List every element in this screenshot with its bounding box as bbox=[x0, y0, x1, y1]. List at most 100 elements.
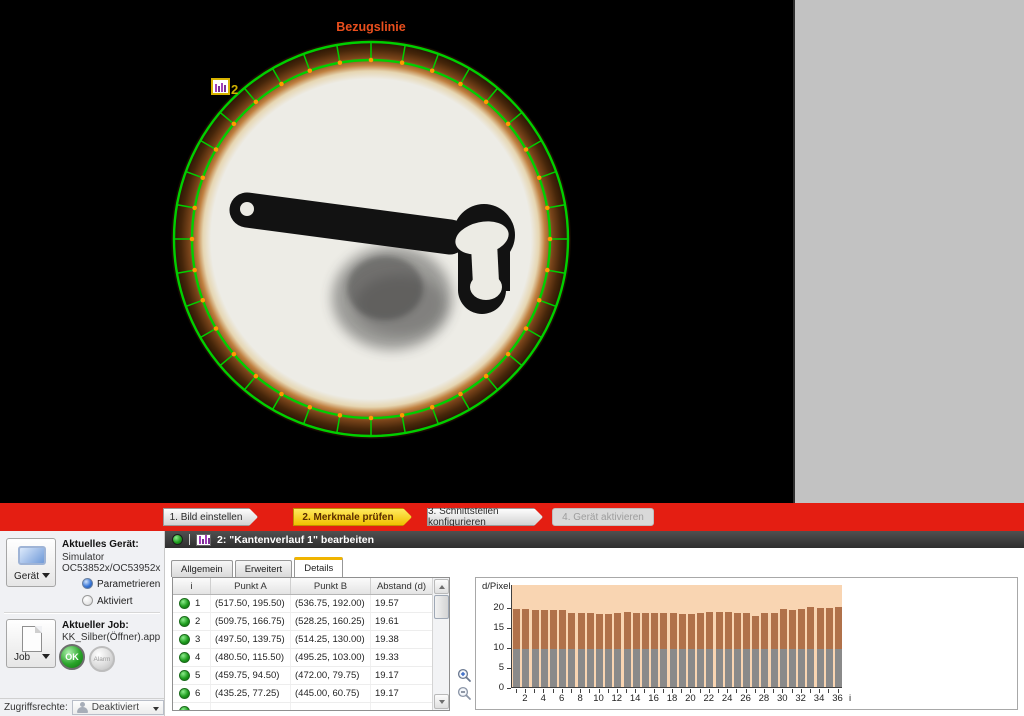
scroll-down-button[interactable] bbox=[434, 694, 449, 709]
chart-bar bbox=[550, 610, 557, 687]
chart-bar-base-segment bbox=[798, 649, 805, 687]
table-row[interactable]: 6(435.25, 77.25)(445.00, 60.75)19.17 bbox=[173, 685, 449, 703]
chart-bar-base-segment bbox=[761, 649, 768, 687]
chart-bar-base-segment bbox=[550, 649, 557, 687]
device-model: OC53852x/OC53952x bbox=[62, 563, 160, 574]
radio-aktiviert[interactable] bbox=[82, 595, 93, 606]
chart-bar bbox=[798, 609, 805, 687]
x-axis-tick-label: 14 bbox=[630, 693, 641, 704]
row-status-led-icon bbox=[179, 670, 190, 681]
scroll-up-button[interactable] bbox=[434, 579, 449, 594]
row-index: 3 bbox=[195, 634, 200, 645]
chart-bar-base-segment bbox=[568, 649, 575, 687]
chart-bar bbox=[725, 612, 732, 687]
sidebar: Gerät Aktuelles Gerät: Simulator OC53852… bbox=[0, 531, 165, 716]
reference-line-label: Bezugslinie bbox=[336, 20, 406, 34]
chart-bar bbox=[541, 610, 548, 687]
column-header-3[interactable]: Punkt B bbox=[291, 578, 371, 594]
cell-punkt-b: (528.25, 160.25) bbox=[291, 613, 371, 630]
tool-marker[interactable]: 2 bbox=[212, 79, 238, 97]
table-row[interactable]: 3(497.50, 139.75)(514.25, 130.00)19.38 bbox=[173, 631, 449, 649]
edge-point-dot bbox=[506, 122, 511, 127]
job-button[interactable]: Job bbox=[6, 619, 56, 668]
chart-bar bbox=[522, 609, 529, 687]
cell-abstand bbox=[371, 703, 432, 711]
chart-plot-area bbox=[511, 585, 842, 688]
table-row[interactable] bbox=[173, 703, 449, 711]
cell-punkt-a bbox=[211, 703, 291, 711]
chart-bar-base-segment bbox=[835, 649, 842, 687]
alarm-button[interactable]: Alarm bbox=[89, 646, 115, 672]
x-axis-tick-label: 2 bbox=[522, 693, 527, 704]
chart-bar-base-segment bbox=[513, 649, 520, 687]
ok-button[interactable]: OK bbox=[59, 644, 85, 670]
edge-point-dot bbox=[338, 60, 343, 65]
workflow-step-3[interactable]: 3. Schnittstellen konfigurieren bbox=[427, 508, 543, 526]
x-axis-tick-label: 18 bbox=[667, 693, 678, 704]
chart-bar bbox=[614, 613, 621, 687]
table-row[interactable]: 5(459.75, 94.50)(472.00, 79.75)19.17 bbox=[173, 667, 449, 685]
edge-point-dot bbox=[537, 176, 542, 181]
cell-punkt-b bbox=[291, 703, 371, 711]
table-row[interactable]: 4(480.50, 115.50)(495.25, 103.00)19.33 bbox=[173, 649, 449, 667]
edge-point-dot bbox=[484, 374, 489, 379]
column-header-4[interactable]: Abstand (d) bbox=[371, 578, 432, 594]
tab-details[interactable]: Details bbox=[294, 557, 343, 577]
edge-profile-icon bbox=[196, 534, 211, 546]
scrollbar-thumb[interactable] bbox=[434, 595, 449, 619]
workflow-step-1[interactable]: 1. Bild einstellen bbox=[163, 508, 258, 526]
device-button[interactable]: Gerät bbox=[6, 538, 56, 587]
job-dropdown-arrow-icon[interactable] bbox=[42, 654, 50, 659]
edge-point-dot bbox=[458, 82, 463, 87]
edge-point-dot bbox=[279, 392, 284, 397]
cell-punkt-b: (445.00, 60.75) bbox=[291, 685, 371, 702]
panel-title: 2: "Kantenverlauf 1" bearbeiten bbox=[217, 534, 374, 546]
radio-aktiviert-label: Aktiviert bbox=[97, 596, 133, 607]
edge-point-dot bbox=[430, 69, 435, 74]
cell-abstand: 19.61 bbox=[371, 613, 432, 630]
row-index: 1 bbox=[195, 598, 200, 609]
access-dropdown-arrow-icon[interactable] bbox=[153, 707, 159, 711]
access-rights-dropdown[interactable]: Deaktiviert bbox=[72, 700, 164, 715]
chart-bar-base-segment bbox=[541, 649, 548, 687]
cell-punkt-b: (495.25, 103.00) bbox=[291, 649, 371, 666]
radio-parametrieren[interactable] bbox=[82, 578, 93, 589]
distance-chart-panel: d/Pixel 05101520246810121416182022242628… bbox=[475, 577, 1018, 710]
table-row[interactable]: 1(517.50, 195.50)(536.75, 192.00)19.57 bbox=[173, 595, 449, 613]
chart-bar bbox=[513, 609, 520, 687]
column-header-2[interactable]: Punkt A bbox=[211, 578, 291, 594]
y-axis-tick-label: 15 bbox=[480, 622, 504, 633]
inspection-image: Bezugslinie 2 bbox=[0, 0, 793, 503]
column-header-1[interactable]: i bbox=[173, 578, 211, 594]
zoom-in-button[interactable] bbox=[456, 667, 473, 684]
chart-bar bbox=[670, 613, 677, 687]
chart-bar bbox=[532, 610, 539, 688]
chart-bar bbox=[807, 607, 814, 687]
cell-punkt-a: (497.50, 139.75) bbox=[211, 631, 291, 648]
edge-point-dot bbox=[308, 405, 313, 410]
workflow-step-2[interactable]: 2. Merkmale prüfen bbox=[293, 508, 412, 526]
person-icon bbox=[77, 702, 88, 713]
edge-point-dot bbox=[214, 326, 219, 331]
row-index: 4 bbox=[195, 652, 200, 663]
edge-point-dot bbox=[192, 268, 197, 273]
workflow-step-4: 4. Gerät aktivieren bbox=[552, 508, 654, 526]
chart-bar bbox=[660, 613, 667, 687]
tab-erweitert[interactable]: Erweitert bbox=[235, 560, 292, 577]
chart-bar bbox=[688, 614, 695, 687]
edge-point-dot bbox=[524, 147, 529, 152]
y-axis-tick-label: 0 bbox=[480, 682, 504, 693]
zoom-out-button[interactable] bbox=[456, 685, 473, 702]
table-scrollbar[interactable] bbox=[432, 578, 449, 710]
table-row[interactable]: 2(509.75, 166.75)(528.25, 160.25)19.61 bbox=[173, 613, 449, 631]
tab-allgemein[interactable]: Allgemein bbox=[171, 560, 233, 577]
chart-bar-base-segment bbox=[670, 649, 677, 687]
chart-bar-base-segment bbox=[706, 649, 713, 687]
chart-bar bbox=[835, 607, 842, 687]
edge-point-dot bbox=[279, 82, 284, 87]
device-dropdown-arrow-icon[interactable] bbox=[42, 573, 50, 578]
row-status-led-icon bbox=[179, 706, 190, 711]
row-status-led-icon bbox=[179, 652, 190, 663]
edge-point-dot bbox=[400, 60, 405, 65]
cell-punkt-a: (435.25, 77.25) bbox=[211, 685, 291, 702]
